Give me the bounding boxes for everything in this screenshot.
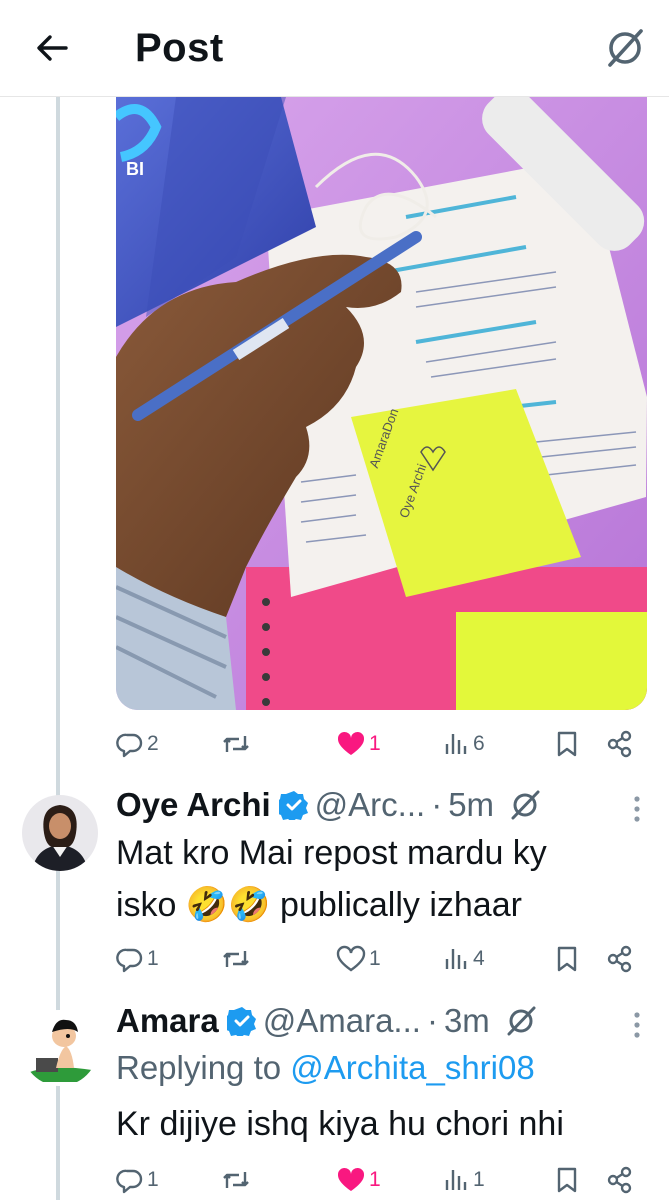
heart-icon xyxy=(337,731,365,755)
share-button[interactable] xyxy=(606,1163,634,1197)
share-icon xyxy=(607,945,632,973)
page-title: Post xyxy=(135,26,224,70)
reply-icon xyxy=(116,733,143,758)
avatar[interactable] xyxy=(22,795,98,871)
like-count: 1 xyxy=(369,732,381,755)
reply-text-segment: isko xyxy=(116,886,177,924)
like-count: 1 xyxy=(369,947,381,970)
replying-to-link[interactable]: @Archita_shri08 xyxy=(290,1049,534,1086)
grok-icon[interactable] xyxy=(508,788,542,822)
avatar[interactable] xyxy=(22,1010,98,1086)
reply-text-segment: publically izhaar xyxy=(280,886,522,924)
svg-text:BI: BI xyxy=(126,159,144,179)
reply-count: 2 xyxy=(147,732,159,755)
views-button[interactable]: 4 xyxy=(444,942,485,976)
like-count: 1 xyxy=(369,1168,381,1191)
user-photo xyxy=(22,795,98,871)
study-notes-photo: BI AmaraDon Oye Archi xyxy=(116,97,647,710)
replying-to-label: Replying to xyxy=(116,1049,291,1086)
post-image[interactable]: BI AmaraDon Oye Archi xyxy=(116,97,647,710)
separator-dot: · xyxy=(426,1002,438,1039)
grok-icon[interactable] xyxy=(504,1004,538,1038)
bookmark-icon xyxy=(557,946,577,972)
bookmark-button[interactable] xyxy=(555,1163,579,1197)
cartoon-avatar xyxy=(22,1010,98,1086)
laughing-emoji: 🤣🤣 xyxy=(185,886,271,924)
back-arrow-icon[interactable] xyxy=(34,30,70,66)
reply-text: Kr dijiye ishq kiya hu chori nhi xyxy=(116,1098,564,1150)
like-button[interactable]: 1 xyxy=(336,1163,381,1197)
verified-icon xyxy=(278,791,308,820)
heart-icon xyxy=(336,945,366,972)
heart-icon xyxy=(337,1167,365,1191)
reply-text-line: Kr dijiye ishq kiya hu chori nhi xyxy=(116,1105,564,1143)
reply-action-bar: 1 1 4 xyxy=(116,942,636,976)
post-action-bar: 2 1 6 xyxy=(116,727,636,761)
reply-count: 1 xyxy=(147,947,159,970)
timestamp[interactable]: 5m xyxy=(448,786,494,824)
share-button[interactable] xyxy=(606,942,634,976)
repost-icon xyxy=(223,1172,249,1188)
reply-button[interactable]: 1 xyxy=(116,942,159,976)
user-handle[interactable]: @Amara... xyxy=(263,1002,421,1040)
repost-button[interactable] xyxy=(221,727,251,761)
reply-button[interactable]: 1 xyxy=(116,1163,159,1197)
views-count: 4 xyxy=(473,947,485,970)
repost-icon xyxy=(223,736,249,752)
bookmark-button[interactable] xyxy=(555,942,579,976)
views-count: 1 xyxy=(473,1168,485,1191)
reply-header: Amara @Amara... · 3m xyxy=(116,1001,538,1041)
more-icon[interactable] xyxy=(633,1011,641,1039)
reply-text: Mat kro Mai repost mardu ky isko 🤣🤣 publ… xyxy=(116,827,547,931)
like-button[interactable]: 1 xyxy=(336,942,381,976)
views-icon xyxy=(445,734,467,754)
bookmark-icon xyxy=(557,1167,577,1193)
views-button[interactable]: 1 xyxy=(444,1163,485,1197)
repost-icon xyxy=(223,951,249,967)
share-icon xyxy=(607,1166,632,1194)
bookmark-icon xyxy=(557,731,577,757)
reply-text-line: Mat kro Mai repost mardu ky xyxy=(116,834,547,872)
repost-button[interactable] xyxy=(221,942,251,976)
display-name[interactable]: Oye Archi xyxy=(116,786,271,824)
reply-icon xyxy=(116,948,143,973)
more-icon[interactable] xyxy=(633,795,641,823)
reply-header: Oye Archi @Arc... · 5m xyxy=(116,785,542,825)
replying-to: Replying to @Archita_shri08 xyxy=(116,1049,535,1087)
verified-icon xyxy=(226,1007,256,1036)
user-handle[interactable]: @Arc... xyxy=(315,786,426,824)
timestamp[interactable]: 3m xyxy=(444,1002,490,1040)
repost-button[interactable] xyxy=(221,1163,251,1197)
share-button[interactable] xyxy=(606,727,634,761)
grok-icon[interactable] xyxy=(603,26,647,70)
display-name[interactable]: Amara xyxy=(116,1002,219,1040)
bookmark-button[interactable] xyxy=(555,727,579,761)
reply-icon xyxy=(116,1169,143,1194)
views-icon xyxy=(445,1170,467,1190)
top-bar: Post xyxy=(0,0,669,97)
views-count: 6 xyxy=(473,732,485,755)
reply-button[interactable]: 2 xyxy=(116,727,159,761)
views-icon xyxy=(445,949,467,969)
share-icon xyxy=(607,730,632,758)
reply-text-line: isko 🤣🤣 publically izhaar xyxy=(116,879,547,931)
separator-dot: · xyxy=(431,786,443,823)
like-button[interactable]: 1 xyxy=(336,727,381,761)
views-button[interactable]: 6 xyxy=(444,727,485,761)
reply-count: 1 xyxy=(147,1168,159,1191)
reply-action-bar: 1 1 1 xyxy=(116,1163,636,1197)
